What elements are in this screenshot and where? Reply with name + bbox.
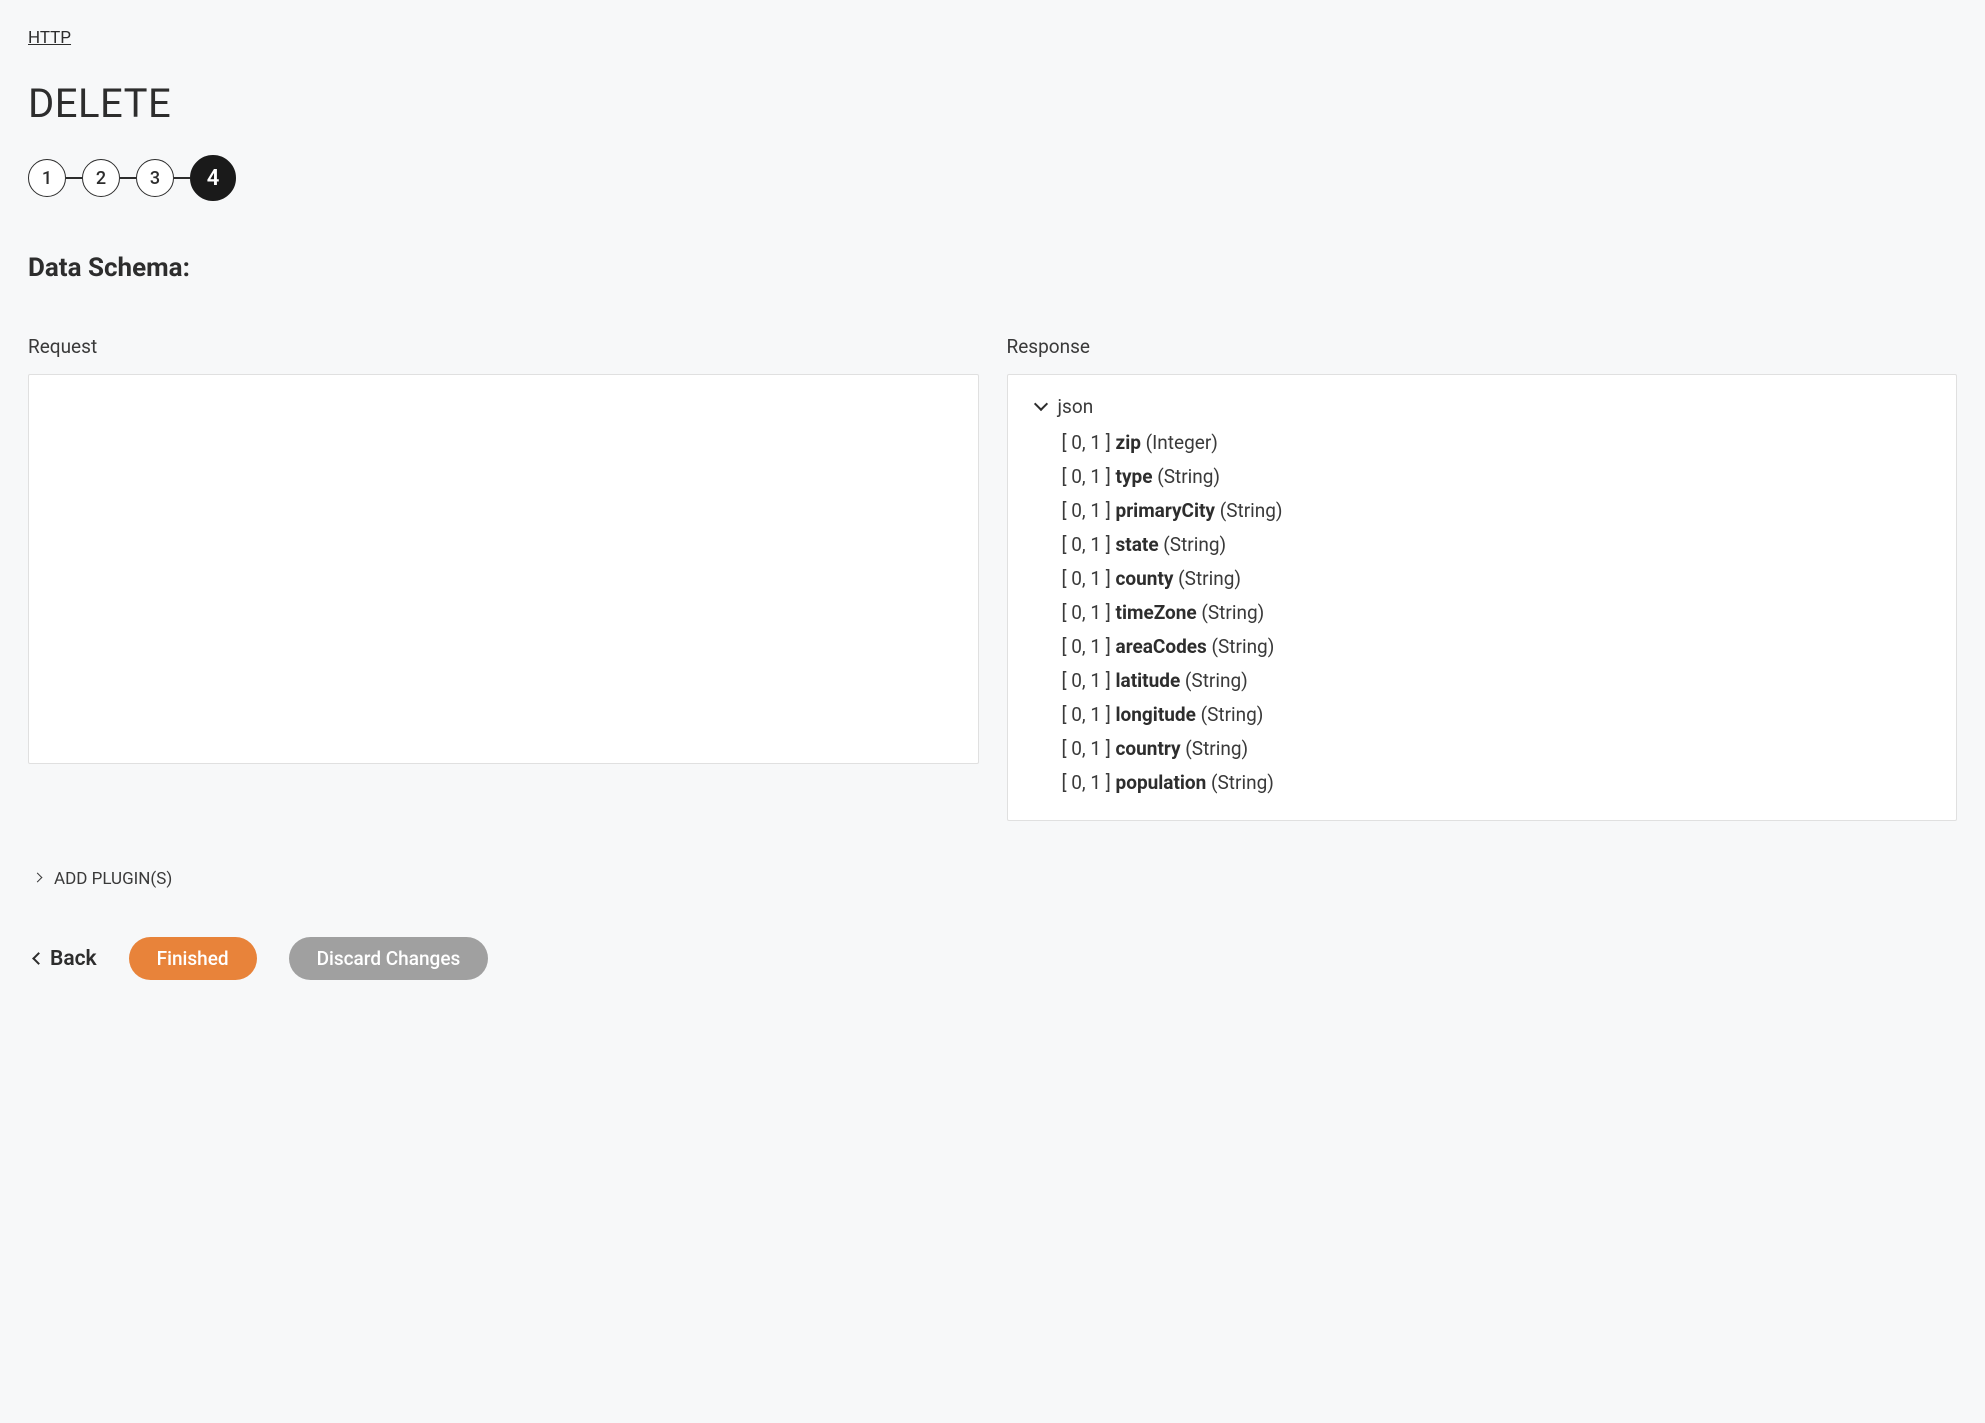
chevron-left-icon xyxy=(34,954,44,964)
schema-field[interactable]: [ 0, 1 ] state (String) xyxy=(1062,528,1929,562)
add-plugins-label: ADD PLUGIN(S) xyxy=(54,869,172,889)
field-name: latitude xyxy=(1116,669,1181,692)
step-2[interactable]: 2 xyxy=(82,159,120,197)
field-cardinality: [ 0, 1 ] xyxy=(1062,737,1116,760)
field-name: zip xyxy=(1116,431,1141,454)
response-panel-label: Response xyxy=(1007,335,1958,358)
response-panel: Response json [ 0, 1 ] zip (Integer)[ 0,… xyxy=(1007,335,1958,821)
field-cardinality: [ 0, 1 ] xyxy=(1062,635,1116,658)
field-type: (String) xyxy=(1196,703,1264,726)
field-cardinality: [ 0, 1 ] xyxy=(1062,499,1116,522)
step-connector xyxy=(174,177,190,179)
chevron-right-icon xyxy=(34,874,44,884)
field-type: (Integer) xyxy=(1141,431,1218,454)
page-title: DELETE xyxy=(28,80,1957,127)
breadcrumb-http[interactable]: HTTP xyxy=(28,28,71,48)
field-type: (String) xyxy=(1207,635,1275,658)
request-panel-body[interactable] xyxy=(28,374,979,764)
field-name: areaCodes xyxy=(1116,635,1207,658)
field-cardinality: [ 0, 1 ] xyxy=(1062,465,1116,488)
section-title: Data Schema: xyxy=(28,253,1957,283)
finished-button[interactable]: Finished xyxy=(129,937,257,980)
field-cardinality: [ 0, 1 ] xyxy=(1062,533,1116,556)
response-tree-items: [ 0, 1 ] zip (Integer)[ 0, 1 ] type (Str… xyxy=(1036,426,1929,800)
field-type: (String) xyxy=(1215,499,1283,522)
schema-field[interactable]: [ 0, 1 ] county (String) xyxy=(1062,562,1929,596)
field-cardinality: [ 0, 1 ] xyxy=(1062,601,1116,624)
schema-field[interactable]: [ 0, 1 ] timeZone (String) xyxy=(1062,596,1929,630)
field-name: county xyxy=(1116,567,1174,590)
discard-changes-button[interactable]: Discard Changes xyxy=(289,937,489,980)
field-type: (String) xyxy=(1181,737,1249,760)
field-name: country xyxy=(1116,737,1181,760)
field-type: (String) xyxy=(1173,567,1241,590)
field-name: primaryCity xyxy=(1116,499,1215,522)
schema-panels: Request Response json [ 0, 1 ] zip (Inte… xyxy=(28,335,1957,821)
schema-field[interactable]: [ 0, 1 ] longitude (String) xyxy=(1062,698,1929,732)
step-connector xyxy=(66,177,82,179)
back-label: Back xyxy=(50,947,97,971)
response-tree-root[interactable]: json xyxy=(1036,395,1929,418)
schema-field[interactable]: [ 0, 1 ] type (String) xyxy=(1062,460,1929,494)
request-panel-label: Request xyxy=(28,335,979,358)
field-cardinality: [ 0, 1 ] xyxy=(1062,567,1116,590)
schema-field[interactable]: [ 0, 1 ] population (String) xyxy=(1062,766,1929,800)
field-name: state xyxy=(1116,533,1159,556)
field-type: (String) xyxy=(1159,533,1227,556)
stepper: 1234 xyxy=(28,155,1957,201)
schema-field[interactable]: [ 0, 1 ] areaCodes (String) xyxy=(1062,630,1929,664)
schema-field[interactable]: [ 0, 1 ] latitude (String) xyxy=(1062,664,1929,698)
response-root-label: json xyxy=(1058,395,1094,418)
field-type: (String) xyxy=(1206,771,1274,794)
field-name: population xyxy=(1116,771,1207,794)
step-1[interactable]: 1 xyxy=(28,159,66,197)
chevron-down-icon xyxy=(1036,401,1048,413)
add-plugins-toggle[interactable]: ADD PLUGIN(S) xyxy=(28,869,1957,889)
step-connector xyxy=(120,177,136,179)
field-cardinality: [ 0, 1 ] xyxy=(1062,669,1116,692)
response-panel-body: json [ 0, 1 ] zip (Integer)[ 0, 1 ] type… xyxy=(1007,374,1958,821)
step-4[interactable]: 4 xyxy=(190,155,236,201)
request-panel: Request xyxy=(28,335,979,821)
footer-actions: Back Finished Discard Changes xyxy=(28,937,1957,980)
field-cardinality: [ 0, 1 ] xyxy=(1062,431,1116,454)
field-cardinality: [ 0, 1 ] xyxy=(1062,703,1116,726)
field-cardinality: [ 0, 1 ] xyxy=(1062,771,1116,794)
schema-field[interactable]: [ 0, 1 ] primaryCity (String) xyxy=(1062,494,1929,528)
field-type: (String) xyxy=(1197,601,1265,624)
step-3[interactable]: 3 xyxy=(136,159,174,197)
schema-field[interactable]: [ 0, 1 ] zip (Integer) xyxy=(1062,426,1929,460)
field-type: (String) xyxy=(1180,669,1248,692)
schema-field[interactable]: [ 0, 1 ] country (String) xyxy=(1062,732,1929,766)
field-name: type xyxy=(1116,465,1153,488)
field-name: timeZone xyxy=(1116,601,1197,624)
field-type: (String) xyxy=(1152,465,1220,488)
back-button[interactable]: Back xyxy=(34,947,97,971)
field-name: longitude xyxy=(1116,703,1196,726)
